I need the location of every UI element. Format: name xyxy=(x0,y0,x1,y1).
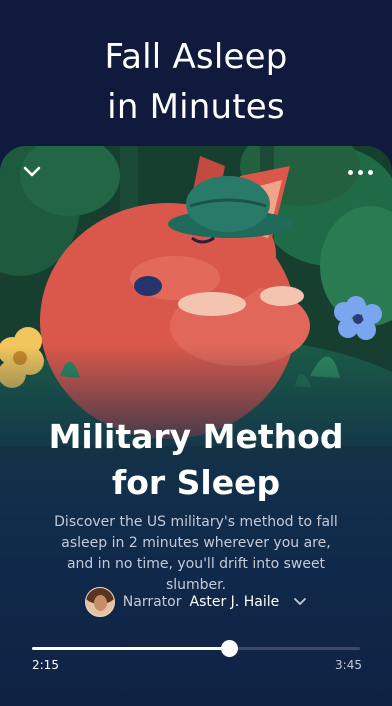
narrator-label: Narrator xyxy=(122,594,182,610)
dropdown-chevron-icon xyxy=(294,598,307,606)
elapsed-time: 2:15 xyxy=(32,658,59,672)
chevron-down-icon xyxy=(23,166,41,177)
player-card: Military Method for Sleep Discover the U… xyxy=(0,146,392,706)
narrator-name: Aster J. Haile xyxy=(189,594,280,610)
more-options-button[interactable] xyxy=(344,156,376,188)
promo-headline: Fall Asleep in Minutes xyxy=(104,37,288,127)
total-time: 3:45 xyxy=(335,658,362,672)
collapse-button[interactable] xyxy=(16,156,48,188)
more-options-icon xyxy=(347,169,373,175)
track-description: Discover the US military's method to fal… xyxy=(54,514,338,593)
progress-bar[interactable] xyxy=(32,640,360,657)
progress-fill xyxy=(32,647,229,650)
track-title: Military Method for Sleep xyxy=(48,417,344,502)
narrator-avatar xyxy=(84,587,115,617)
narrator-selector[interactable]: Narrator Aster J. Haile xyxy=(0,587,392,617)
scrub-handle[interactable] xyxy=(220,640,238,657)
